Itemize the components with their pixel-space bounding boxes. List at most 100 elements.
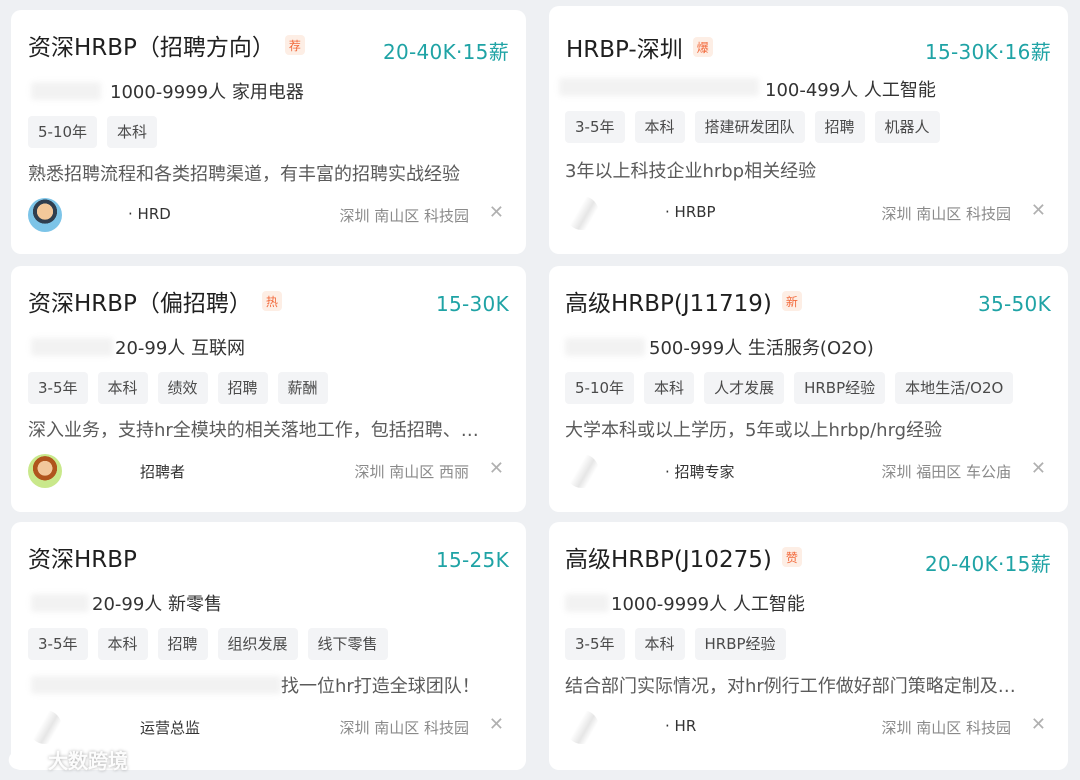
poster-title: · 招聘专家 <box>665 463 735 481</box>
close-icon[interactable]: ✕ <box>1031 458 1046 479</box>
job-card[interactable]: 资深HRBP（偏招聘） 热 15-30K 20-99人 互联网 3-5年 本科 … <box>11 266 526 512</box>
salary: 15-25K <box>435 548 509 572</box>
location: 深圳 南山区 科技园 <box>339 207 469 225</box>
like-badge: 赞 <box>781 547 802 567</box>
tag: 3-5年 <box>565 628 625 660</box>
location: 深圳 南山区 科技园 <box>339 719 469 737</box>
salary: 20-40K·15薪 <box>924 552 1051 576</box>
location: 深圳 福田区 车公庙 <box>881 463 1011 481</box>
watermark-logo-icon <box>8 750 41 769</box>
tag: 绩效 <box>157 372 208 404</box>
card-footer: · HRBP 深圳 南山区 科技园 ✕ <box>565 196 1051 230</box>
job-card[interactable]: 资深HRBP 15-25K 20-99人 新零售 3-5年 本科 招聘 组织发展… <box>11 522 526 770</box>
location: 深圳 南山区 科技园 <box>881 205 1011 223</box>
tag: 招聘 <box>814 111 865 143</box>
tag: 3-5年 <box>28 628 88 660</box>
tag: 本科 <box>107 116 158 148</box>
tag: 招聘 <box>217 372 268 404</box>
job-description: 找一位hr打造全球团队！ <box>281 676 480 697</box>
tag: 招聘 <box>157 628 208 660</box>
tag: 本科 <box>634 628 685 660</box>
tag-list: 3-5年 本科 HRBP经验 <box>565 628 786 660</box>
tag: 5-10年 <box>28 116 98 148</box>
close-icon[interactable]: ✕ <box>489 458 504 479</box>
blurred-avatar-icon <box>565 454 599 488</box>
tag: 薪酬 <box>277 372 328 404</box>
close-icon[interactable]: ✕ <box>489 202 504 223</box>
salary: 35-50K <box>977 292 1051 316</box>
card-footer: 招聘者 深圳 南山区 西丽 ✕ <box>28 454 509 488</box>
tag-list: 3-5年 本科 搭建研发团队 招聘 机器人 <box>565 111 940 143</box>
job-card[interactable]: 高级HRBP(J11719) 新 35-50K 500-999人 生活服务(O2… <box>549 266 1068 512</box>
salary: 15-30K·16薪 <box>924 40 1051 64</box>
tag: 线下零售 <box>307 628 388 660</box>
job-description: 大学本科或以上学历，5年或以上hrbp/hrg经验 <box>565 420 943 441</box>
blurred-avatar-icon <box>565 710 599 744</box>
job-card[interactable]: 高级HRBP(J10275) 赞 20-40K·15薪 1000-9999人 人… <box>549 522 1068 770</box>
poster-title: 运营总监 <box>140 719 201 737</box>
job-title: 资深HRBP（偏招聘） <box>28 291 252 317</box>
company-info: 100-499人 人工智能 <box>765 80 936 101</box>
tag: 组织发展 <box>217 628 298 660</box>
recommend-badge: 荐 <box>284 35 305 55</box>
tag-list: 5-10年 本科 <box>28 116 158 148</box>
company-info: 500-999人 生活服务(O2O) <box>649 338 874 359</box>
card-footer: · HR 深圳 南山区 科技园 ✕ <box>565 710 1051 744</box>
tag: HRBP经验 <box>694 628 786 660</box>
job-description: 熟悉招聘流程和各类招聘渠道，有丰富的招聘实战经验 <box>28 164 460 185</box>
company-info: 1000-9999人 家用电器 <box>110 82 304 103</box>
job-description: 3年以上科技企业hrbp相关经验 <box>565 161 817 182</box>
job-title: 高级HRBP(J10275) <box>565 547 772 573</box>
tag-list: 3-5年 本科 绩效 招聘 薪酬 <box>28 372 328 404</box>
tag: 搭建研发团队 <box>694 111 805 143</box>
hot-badge: 热 <box>261 291 282 311</box>
tag: 3-5年 <box>28 372 88 404</box>
tag-list: 3-5年 本科 招聘 组织发展 线下零售 <box>28 628 388 660</box>
job-title: 高级HRBP(J11719) <box>565 291 772 317</box>
company-name-blurred <box>31 338 113 356</box>
blurred-avatar-icon <box>28 710 62 744</box>
card-footer: · HRD 深圳 南山区 科技园 ✕ <box>28 198 509 232</box>
location: 深圳 南山区 科技园 <box>881 719 1011 737</box>
close-icon[interactable]: ✕ <box>489 714 504 735</box>
tag: HRBP经验 <box>794 372 886 404</box>
company-name-blurred <box>31 82 101 100</box>
person-avatar-icon <box>28 198 62 232</box>
close-icon[interactable]: ✕ <box>1031 200 1046 221</box>
card-footer: 运营总监 深圳 南山区 科技园 ✕ <box>28 710 509 744</box>
tag: 人才发展 <box>704 372 785 404</box>
tag-list: 5-10年 本科 人才发展 HRBP经验 本地生活/O2O <box>565 372 1014 404</box>
tag: 本科 <box>634 111 685 143</box>
close-icon[interactable]: ✕ <box>1031 714 1046 735</box>
tag: 机器人 <box>874 111 940 143</box>
job-card[interactable]: 资深HRBP（招聘方向） 荐 20-40K·15薪 1000-9999人 家用电… <box>11 10 526 254</box>
company-name-blurred <box>565 338 645 356</box>
job-description: 结合部门实际情况，对hr例行工作做好部门策略定制及… <box>565 676 1016 697</box>
poster-title: · HR <box>665 717 697 735</box>
watermark-text: 大数跨境 <box>48 749 128 773</box>
salary: 20-40K·15薪 <box>382 40 509 64</box>
job-title: 资深HRBP（招聘方向） <box>28 35 275 61</box>
description-blurred <box>31 676 281 694</box>
tag: 3-5年 <box>565 111 625 143</box>
job-title: 资深HRBP <box>28 547 137 573</box>
location: 深圳 南山区 西丽 <box>354 463 469 481</box>
blurred-avatar-icon <box>565 196 599 230</box>
job-description: 深入业务，支持hr全模块的相关落地工作，包括招聘、… <box>28 420 479 441</box>
poster-title: 招聘者 <box>140 463 186 481</box>
tag: 本地生活/O2O <box>895 372 1014 404</box>
company-info: 20-99人 互联网 <box>115 338 246 359</box>
job-title: HRBP-深圳 <box>566 37 683 63</box>
tag: 本科 <box>97 372 148 404</box>
company-info: 20-99人 新零售 <box>92 594 223 615</box>
company-info: 1000-9999人 人工智能 <box>611 594 805 615</box>
new-badge: 新 <box>781 291 802 311</box>
card-footer: · 招聘专家 深圳 福田区 车公庙 ✕ <box>565 454 1051 488</box>
tag: 本科 <box>644 372 695 404</box>
poster-title: · HRBP <box>665 203 716 221</box>
tag: 本科 <box>97 628 148 660</box>
poster-title: · HRD <box>128 205 171 223</box>
hot-badge: 爆 <box>692 37 713 57</box>
company-name-blurred <box>565 594 609 612</box>
job-card[interactable]: HRBP-深圳 爆 15-30K·16薪 100-499人 人工智能 3-5年 … <box>549 6 1068 254</box>
